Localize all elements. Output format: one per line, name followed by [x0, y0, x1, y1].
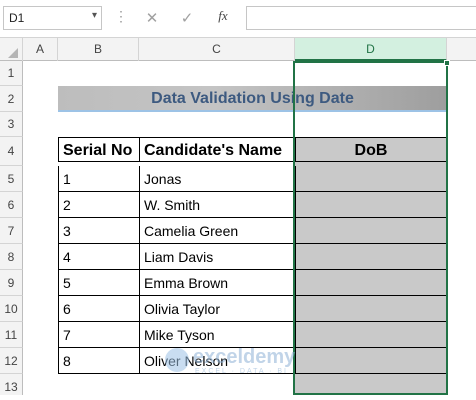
table-cell-serial[interactable]: 6: [58, 296, 140, 322]
column-selection-border: [293, 61, 448, 395]
table-cell-serial[interactable]: 5: [58, 270, 140, 296]
column-header-b[interactable]: B: [58, 38, 139, 61]
row-header-10[interactable]: 10: [0, 296, 23, 322]
row-header-1[interactable]: 1: [0, 61, 23, 86]
column-header-d[interactable]: D: [295, 38, 447, 61]
table-cell-name[interactable]: Jonas: [139, 166, 296, 192]
table-cell-name[interactable]: Liam Davis: [139, 244, 296, 270]
table-cell-name[interactable]: Emma Brown: [139, 270, 296, 296]
table-header-serial[interactable]: Serial No: [58, 137, 140, 162]
row-header-5[interactable]: 5: [0, 166, 23, 192]
name-box-value: D1: [9, 11, 25, 25]
row-header-2[interactable]: 2: [0, 86, 23, 112]
column-header-bar: A B C D: [0, 37, 476, 61]
formula-bar: D1 ▾ ⋮ ✕ ✓ fx: [0, 0, 476, 36]
select-all-corner[interactable]: [0, 38, 23, 61]
row-header-3[interactable]: 3: [0, 112, 23, 137]
insert-function-icon[interactable]: fx: [214, 8, 232, 24]
table-cell-name[interactable]: Oliver Nelson: [139, 348, 296, 374]
column-header-c[interactable]: C: [139, 38, 295, 61]
row-header-12[interactable]: 12: [0, 348, 23, 374]
table-cell-serial[interactable]: 2: [58, 192, 140, 218]
row-header-7[interactable]: 7: [0, 218, 23, 244]
column-header-a[interactable]: A: [23, 38, 58, 61]
table-cell-name[interactable]: W. Smith: [139, 192, 296, 218]
row-header-9[interactable]: 9: [0, 270, 23, 296]
fill-handle[interactable]: [444, 60, 450, 66]
table-header-name[interactable]: Candidate's Name: [139, 137, 296, 162]
enter-icon[interactable]: ✓: [179, 9, 195, 27]
formula-input[interactable]: [246, 6, 476, 30]
select-all-icon: [8, 48, 18, 58]
table-cell-name[interactable]: Olivia Taylor: [139, 296, 296, 322]
table-cell-serial[interactable]: 1: [58, 166, 140, 192]
more-options-icon[interactable]: ⋮: [114, 8, 128, 25]
name-box[interactable]: D1 ▾: [3, 6, 102, 30]
row-header-4[interactable]: 4: [0, 137, 23, 166]
table-cell-name[interactable]: Mike Tyson: [139, 322, 296, 348]
cancel-icon[interactable]: ✕: [144, 9, 160, 27]
chevron-down-icon[interactable]: ▾: [92, 10, 97, 21]
table-cell-serial[interactable]: 3: [58, 218, 140, 244]
table-cell-serial[interactable]: 8: [58, 348, 140, 374]
row-header-11[interactable]: 11: [0, 322, 23, 348]
row-header-13[interactable]: 13: [0, 374, 23, 395]
row-header-8[interactable]: 8: [0, 244, 23, 270]
row-header-6[interactable]: 6: [0, 192, 23, 218]
table-cell-name[interactable]: Camelia Green: [139, 218, 296, 244]
table-cell-serial[interactable]: 4: [58, 244, 140, 270]
table-cell-serial[interactable]: 7: [58, 322, 140, 348]
